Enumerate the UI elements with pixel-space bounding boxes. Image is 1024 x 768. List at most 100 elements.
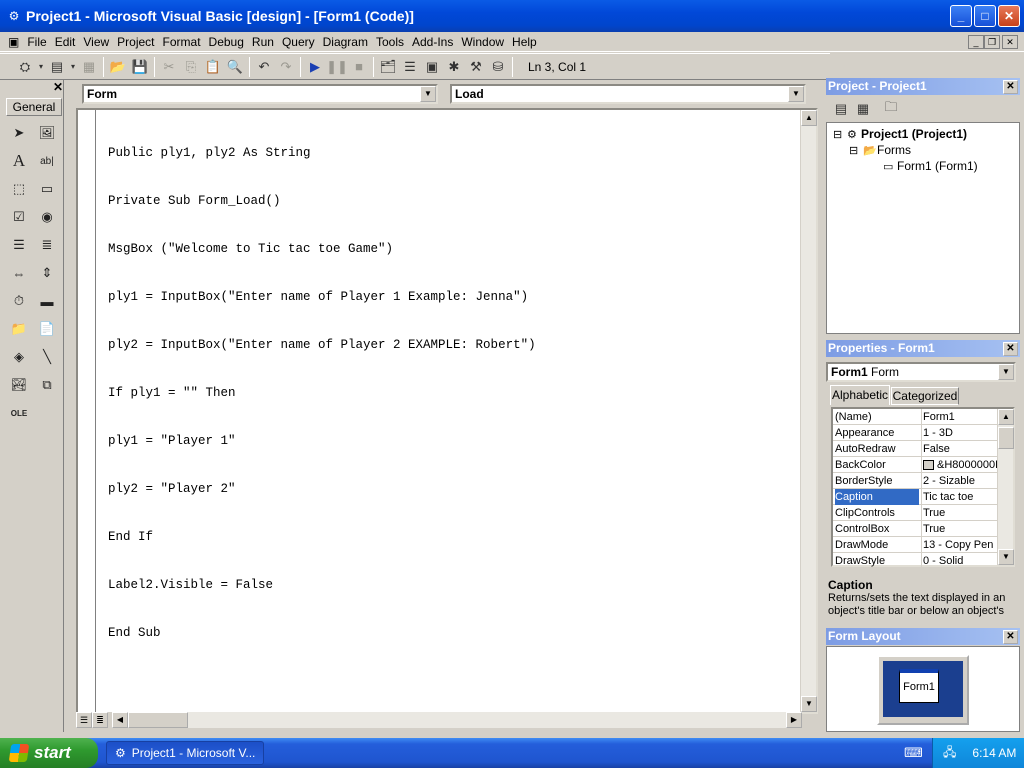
code-editor[interactable]: Public ply1, ply2 As String Private Sub … <box>76 108 818 714</box>
code-line[interactable]: Private Sub Form_Load() <box>108 193 536 209</box>
data-tool-icon[interactable]: ⧉ <box>36 374 58 396</box>
frame-tool-icon[interactable]: ⬚ <box>8 178 30 200</box>
keyboard-icon[interactable]: ⌨ <box>904 745 923 761</box>
horizontal-scrollbar[interactable]: ◀ ▶ <box>112 712 802 728</box>
procedure-view-icon[interactable]: ☰ <box>76 712 92 728</box>
margin-indicator-bar[interactable] <box>78 110 96 712</box>
code-line[interactable]: ply1 = "Player 1" <box>108 433 536 449</box>
chevron-down-icon[interactable]: ▼ <box>420 86 436 102</box>
code-line[interactable]: MsgBox ("Welcome to Tic tac toe Game") <box>108 241 536 257</box>
close-button[interactable]: ✕ <box>998 5 1020 27</box>
end-icon[interactable]: ■ <box>348 56 370 78</box>
timer-tool-icon[interactable]: ⏱ <box>8 290 30 312</box>
open-folder-icon[interactable]: 📂 <box>107 56 129 78</box>
title-bar[interactable]: ⚙ Project1 - Microsoft Visual Basic [des… <box>0 0 1024 32</box>
menu-format[interactable]: Format <box>159 32 205 52</box>
scroll-left-icon[interactable]: ◀ <box>112 712 128 728</box>
maximize-button[interactable]: □ <box>974 5 996 27</box>
scroll-down-icon[interactable]: ▼ <box>801 696 817 712</box>
taskbar-item-vb[interactable]: ⚙ Project1 - Microsoft V... <box>106 741 264 765</box>
toggle-folders-icon[interactable]: 🗀 <box>880 98 902 120</box>
menu-diagram[interactable]: Diagram <box>319 32 372 52</box>
view-code-icon[interactable]: ▤ <box>830 98 852 120</box>
full-module-view-icon[interactable]: ≣ <box>92 712 108 728</box>
menu-edit[interactable]: Edit <box>51 32 80 52</box>
code-line[interactable]: End Sub <box>108 625 536 641</box>
code-text[interactable]: Public ply1, ply2 As String Private Sub … <box>108 113 536 673</box>
menu-add-ins[interactable]: Add-Ins <box>408 32 457 52</box>
code-line[interactable]: ply2 = InputBox("Enter name of Player 2 … <box>108 337 536 353</box>
menu-file[interactable]: File <box>23 32 50 52</box>
code-line[interactable]: ply1 = InputBox("Enter name of Player 1 … <box>108 289 536 305</box>
property-row[interactable]: DrawStyle 0 - Solid <box>833 553 999 569</box>
menu-debug[interactable]: Debug <box>205 32 248 52</box>
menu-run[interactable]: Run <box>248 32 278 52</box>
property-row-selected[interactable]: Caption Tic tac toe <box>833 489 999 505</box>
child-minimize-button[interactable]: _ <box>968 35 984 49</box>
system-menu-icon[interactable]: ▣ <box>0 32 23 52</box>
property-row[interactable]: AutoRedraw False <box>833 441 999 457</box>
menu-project[interactable]: Project <box>113 32 158 52</box>
menu-view[interactable]: View <box>79 32 113 52</box>
line-tool-icon[interactable]: ╲ <box>36 346 58 368</box>
collapse-icon[interactable]: ⊟ <box>849 144 863 157</box>
image-tool-icon[interactable]: 🏞 <box>8 374 30 396</box>
code-line[interactable]: Label2.Visible = False <box>108 577 536 593</box>
vertical-scrollbar[interactable]: ▲ ▼ <box>800 110 817 712</box>
network-icon[interactable]: 🖧 <box>943 743 956 764</box>
object-combo[interactable]: Form ▼ <box>82 84 438 104</box>
object-browser-icon[interactable]: ✱ <box>443 56 465 78</box>
tab-alphabetic[interactable]: Alphabetic <box>830 385 890 405</box>
tab-categorized[interactable]: Categorized <box>891 387 959 405</box>
property-row[interactable]: Appearance 1 - 3D <box>833 425 999 441</box>
minimize-button[interactable]: _ <box>950 5 972 27</box>
optionbutton-tool-icon[interactable]: ◉ <box>36 206 58 228</box>
tree-node-forms[interactable]: ⊟ 📂Forms <box>849 143 911 157</box>
property-row[interactable]: ControlBox True <box>833 521 999 537</box>
properties-window-icon[interactable]: ☰ <box>399 56 421 78</box>
code-line[interactable]: If ply1 = "" Then <box>108 385 536 401</box>
chevron-down-icon[interactable]: ▼ <box>788 86 804 102</box>
tree-node-form1[interactable]: ▭ Form1 (Form1) <box>883 159 978 173</box>
break-icon[interactable]: ❚❚ <box>326 56 348 78</box>
procedure-combo[interactable]: Load ▼ <box>450 84 806 104</box>
menu-editor-icon[interactable]: ▦ <box>78 56 100 78</box>
dirlistbox-tool-icon[interactable]: 📁 <box>8 318 30 340</box>
add-form-icon[interactable]: ▤ <box>46 56 68 78</box>
label-tool-icon[interactable]: A <box>8 150 30 172</box>
scroll-right-icon[interactable]: ▶ <box>786 712 802 728</box>
property-row[interactable]: (Name) Form1 <box>833 409 999 425</box>
start-run-icon[interactable]: ▶ <box>304 56 326 78</box>
scroll-up-icon[interactable]: ▲ <box>998 409 1014 425</box>
undo-icon[interactable]: ↶ <box>253 56 275 78</box>
toolbox-tab-general[interactable]: General <box>6 98 62 116</box>
ole-tool-icon[interactable]: OLE <box>8 402 30 424</box>
vscrollbar-tool-icon[interactable]: ⇕ <box>36 262 58 284</box>
chevron-down-icon[interactable]: ▾ <box>68 56 78 78</box>
drivelistbox-tool-icon[interactable]: ▬ <box>36 290 58 312</box>
tree-node-project[interactable]: ⊟ ⚙ Project1 (Project1) <box>833 127 967 141</box>
chevron-down-icon[interactable]: ▾ <box>36 56 46 78</box>
property-row[interactable]: BackColor &H8000000F <box>833 457 999 473</box>
clock[interactable]: 6:14 AM <box>972 746 1016 760</box>
scroll-thumb[interactable] <box>128 712 188 728</box>
checkbox-tool-icon[interactable]: ☑ <box>8 206 30 228</box>
copy-icon[interactable]: ⎘ <box>180 56 202 78</box>
project-explorer-icon[interactable]: 🗂 <box>377 56 399 78</box>
toolbox-icon[interactable]: ⚒ <box>465 56 487 78</box>
code-line[interactable]: ply2 = "Player 2" <box>108 481 536 497</box>
filelistbox-tool-icon[interactable]: 📄 <box>36 318 58 340</box>
close-icon[interactable]: ✕ <box>1003 80 1018 94</box>
form-preview[interactable]: Form1 <box>899 669 939 703</box>
textbox-tool-icon[interactable]: ab| <box>36 150 58 172</box>
scroll-up-icon[interactable]: ▲ <box>801 110 817 126</box>
listbox-tool-icon[interactable]: ≣ <box>36 234 58 256</box>
menu-tools[interactable]: Tools <box>372 32 408 52</box>
data-view-icon[interactable]: ⛁ <box>487 56 509 78</box>
property-row[interactable]: ClipControls True <box>833 505 999 521</box>
collapse-icon[interactable]: ⊟ <box>833 128 847 141</box>
combobox-tool-icon[interactable]: ☰ <box>8 234 30 256</box>
menu-help[interactable]: Help <box>508 32 541 52</box>
picturebox-tool-icon[interactable]: 🖼 <box>36 122 58 144</box>
code-line[interactable]: Public ply1, ply2 As String <box>108 145 536 161</box>
